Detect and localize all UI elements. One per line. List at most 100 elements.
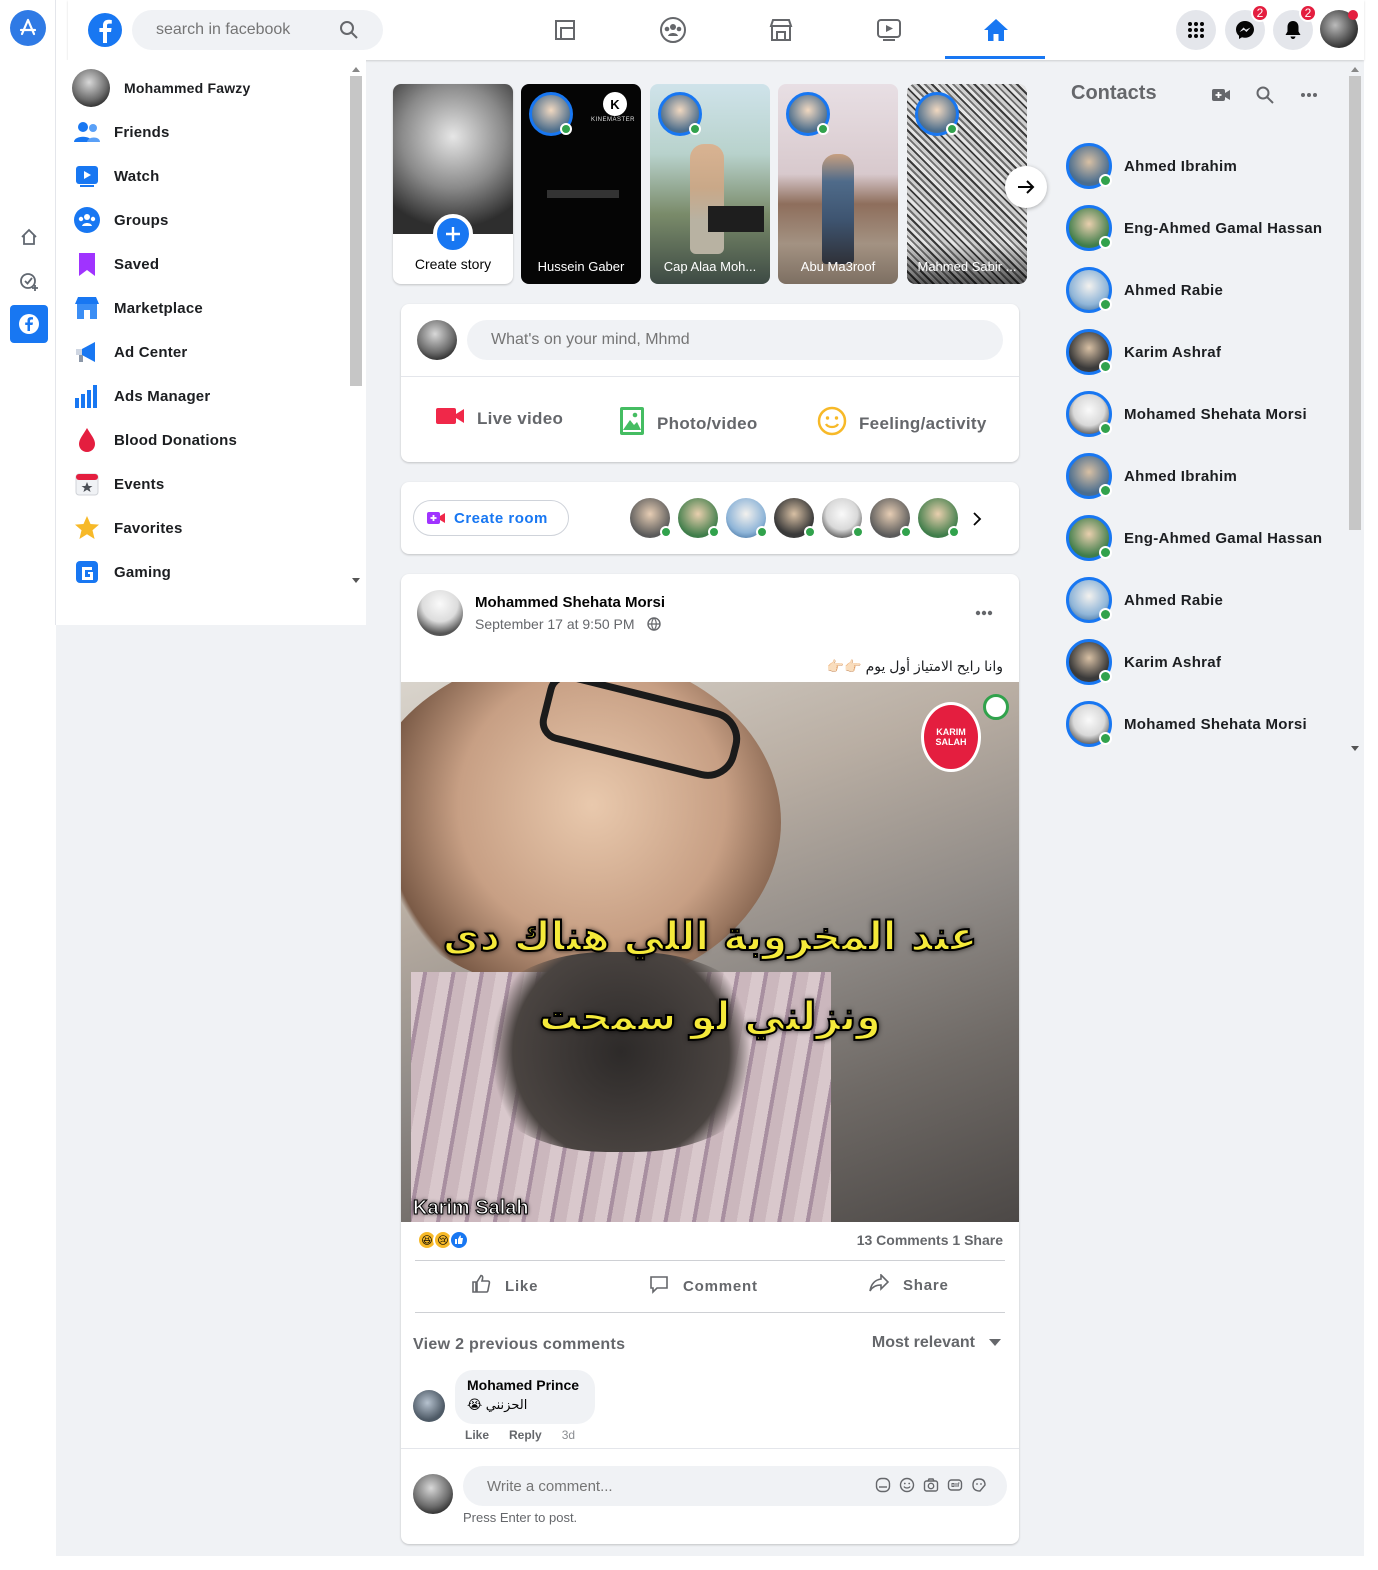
new-room-icon[interactable]	[1209, 83, 1233, 107]
contact-item[interactable]: Eng-Ahmed Gamal Hassan	[1066, 512, 1322, 564]
notifications-button[interactable]: 2	[1273, 4, 1317, 50]
contact-item[interactable]: Ahmed Rabie	[1066, 574, 1223, 626]
room-avatar[interactable]	[630, 498, 672, 538]
marketplace-nav-icon[interactable]	[761, 12, 801, 48]
feeling-activity-button[interactable]: Feeling/activity	[817, 406, 987, 441]
contact-avatar	[1066, 701, 1112, 747]
contact-item[interactable]: Mohamed Shehata Morsi	[1066, 698, 1307, 750]
scroll-up-icon[interactable]	[352, 66, 360, 72]
right-scrollbar-thumb[interactable]	[1349, 76, 1361, 530]
composer-input[interactable]	[467, 320, 1003, 360]
sticker-icon[interactable]	[875, 1477, 891, 1493]
sidebar-item-ads-manager[interactable]: Ads Manager	[72, 376, 210, 416]
story-card[interactable]: Cap Alaa Moh...	[650, 84, 770, 284]
post-timestamp[interactable]: September 17 at 9:50 PM	[475, 616, 661, 632]
groups-nav-icon[interactable]	[653, 12, 693, 48]
post-author-name[interactable]: Mohammed Shehata Morsi	[475, 594, 665, 611]
messenger-button[interactable]: 2	[1225, 4, 1269, 50]
story-card[interactable]: Abu Ma3roof	[778, 84, 898, 284]
story-card[interactable]: K KINEMASTER Hussein Gaber	[521, 84, 641, 284]
room-avatar[interactable]	[774, 498, 816, 538]
create-room-button[interactable]: Create room	[413, 500, 569, 536]
sticker-face-icon[interactable]	[971, 1477, 987, 1493]
search-bar[interactable]	[132, 10, 383, 50]
post-image[interactable]: KARIM SALAH عند المخروبة اللي هناك دى ون…	[401, 682, 1019, 1222]
account-avatar[interactable]	[1320, 10, 1358, 48]
contact-item[interactable]: Karim Ashraf	[1066, 636, 1221, 688]
sidebar-item-blood-donations[interactable]: Blood Donations	[72, 420, 237, 460]
scroll-down-icon[interactable]	[352, 578, 360, 584]
home-outline-icon[interactable]	[10, 218, 48, 256]
online-dot	[1099, 670, 1112, 683]
sidebar-item-marketplace[interactable]: Marketplace	[72, 288, 203, 328]
plus-icon[interactable]	[433, 214, 473, 254]
comment-button[interactable]: Comment	[649, 1274, 758, 1298]
feeling-activity-label: Feeling/activity	[859, 413, 987, 433]
contact-item[interactable]: Ahmed Rabie	[1066, 264, 1223, 316]
post-stats[interactable]: 13 Comments 1 Share	[857, 1232, 1003, 1248]
watch-nav-icon[interactable]	[869, 12, 909, 48]
room-avatar[interactable]	[726, 498, 768, 538]
sidebar-item-friends[interactable]: Friends	[72, 112, 170, 152]
sidebar-item-saved[interactable]: Saved	[72, 244, 159, 284]
live-video-button[interactable]: Live video	[435, 406, 563, 431]
story-name: Hussein Gaber	[537, 259, 625, 274]
comment-like-link[interactable]: Like	[465, 1428, 489, 1442]
contact-item[interactable]: Karim Ashraf	[1066, 326, 1221, 378]
sidebar-item-gaming[interactable]: Gaming	[72, 552, 171, 592]
photo-video-button[interactable]: Photo/video	[619, 406, 758, 441]
chevron-right-icon[interactable]	[972, 512, 982, 526]
home-nav-icon[interactable]	[976, 12, 1016, 48]
sidebar-item-favorites[interactable]: Favorites	[72, 508, 183, 548]
scroll-up-icon[interactable]	[1351, 66, 1359, 72]
view-previous-comments[interactable]: View 2 previous comments	[413, 1336, 625, 1354]
app-store-icon[interactable]	[10, 10, 46, 46]
menu-grid-icon[interactable]	[1176, 10, 1216, 50]
post-author-avatar[interactable]	[417, 590, 463, 636]
more-options-icon[interactable]	[975, 610, 993, 616]
like-label: Like	[505, 1277, 539, 1295]
online-dot	[1099, 174, 1112, 187]
like-button[interactable]: Like	[471, 1274, 538, 1298]
sidebar-item-events[interactable]: Events	[72, 464, 164, 504]
comment-reply-link[interactable]: Reply	[509, 1428, 542, 1442]
commenter-avatar[interactable]	[413, 1390, 445, 1422]
contacts-search-icon[interactable]	[1253, 83, 1277, 107]
search-input[interactable]	[156, 21, 336, 39]
sidebar-item-ad-center[interactable]: Ad Center	[72, 332, 187, 372]
facebook-logo-icon[interactable]	[88, 13, 122, 47]
create-story-card[interactable]: Create story	[393, 84, 513, 284]
left-scrollbar-thumb[interactable]	[350, 76, 362, 386]
ad-center-icon	[72, 337, 102, 367]
check-add-icon[interactable]	[10, 262, 48, 300]
online-dot	[689, 123, 701, 135]
pages-nav-icon[interactable]	[545, 12, 585, 48]
comment-sort-dropdown[interactable]: Most relevant	[872, 1334, 1001, 1352]
contact-item[interactable]: Ahmed Ibrahim	[1066, 450, 1237, 502]
scroll-down-icon[interactable]	[1351, 746, 1359, 752]
thumbs-up-icon	[471, 1274, 491, 1298]
comment-author[interactable]: Mohamed Prince	[467, 1377, 583, 1393]
sidebar-profile[interactable]: Mohammed Fawzy	[72, 68, 251, 108]
sidebar-item-groups[interactable]: Groups	[72, 200, 169, 240]
reactions[interactable]: 😆 😢	[417, 1230, 469, 1250]
room-avatar[interactable]	[678, 498, 720, 538]
sidebar-item-watch[interactable]: Watch	[72, 156, 159, 196]
camera-icon[interactable]	[923, 1477, 939, 1493]
contact-item[interactable]: Ahmed Ibrahim	[1066, 140, 1237, 192]
emoji-icon[interactable]	[899, 1477, 915, 1493]
contact-item[interactable]: Eng-Ahmed Gamal Hassan	[1066, 202, 1322, 254]
room-avatar[interactable]	[822, 498, 864, 538]
contacts-more-icon[interactable]	[1297, 83, 1321, 107]
story-video-strip	[547, 190, 619, 198]
room-avatar[interactable]	[918, 498, 960, 538]
gif-icon[interactable]	[947, 1477, 963, 1493]
room-avatar[interactable]	[870, 498, 912, 538]
stories-next-button[interactable]	[1005, 166, 1047, 208]
search-icon[interactable]	[339, 20, 359, 45]
arrow-right-icon	[1018, 180, 1035, 194]
facebook-app-icon[interactable]	[10, 305, 48, 343]
contact-item[interactable]: Mohamed Shehata Morsi	[1066, 388, 1307, 440]
share-button[interactable]: Share	[869, 1273, 949, 1296]
contact-avatar	[1066, 205, 1112, 251]
